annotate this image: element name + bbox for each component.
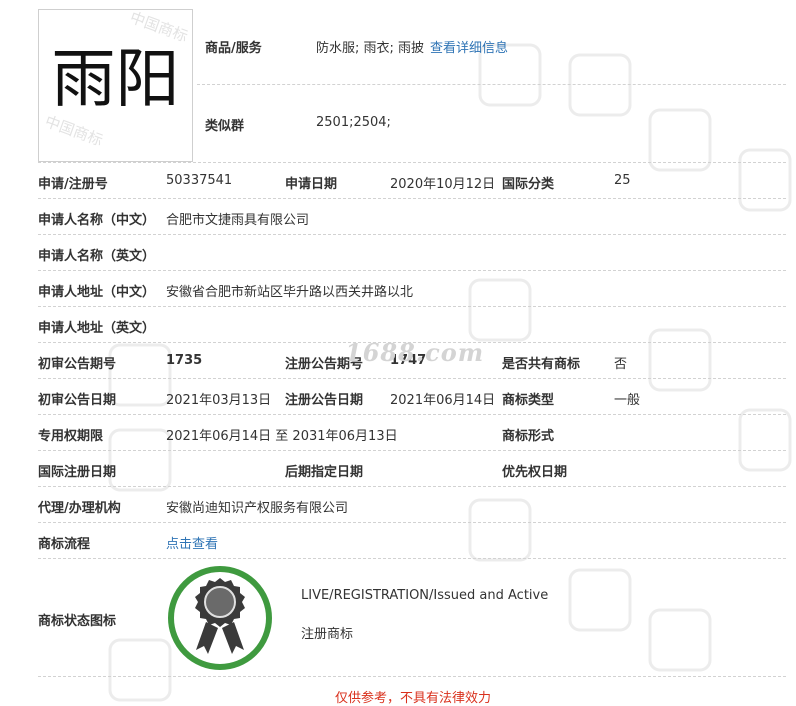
divider	[197, 84, 786, 85]
prelim-no-label: 初审公告期号	[38, 357, 117, 372]
prelim-date-value: 2021年03月13日	[166, 393, 272, 408]
tm-type-value: 一般	[614, 393, 641, 408]
divider	[38, 414, 786, 415]
priority-date-label: 优先权日期	[502, 465, 568, 480]
address-cn-value: 安徽省合肥市新站区毕升路以西关井路以北	[166, 285, 414, 300]
tm-type-label: 商标类型	[502, 393, 555, 408]
status-en-text: LIVE/REGISTRATION/Issued and Active	[301, 588, 549, 603]
prelim-date-label: 初审公告日期	[38, 393, 117, 408]
similar-group-label: 类似群	[205, 119, 245, 134]
divider	[38, 522, 786, 523]
applicant-cn-label: 申请人名称（中文）	[38, 213, 156, 228]
goods-detail-link[interactable]: 查看详细信息	[430, 37, 508, 56]
divider	[38, 676, 786, 677]
reg-pub-date-label: 注册公告日期	[285, 393, 364, 408]
disclaimer-text: 仅供参考，不具有法律效力	[335, 691, 492, 706]
divider	[38, 270, 786, 271]
later-date-label: 后期指定日期	[285, 465, 364, 480]
reg-pub-date-value: 2021年06月14日	[390, 393, 496, 408]
intl-class-label: 国际分类	[502, 177, 555, 192]
divider	[38, 450, 786, 451]
apply-date-label: 申请日期	[285, 177, 338, 192]
divider	[38, 234, 786, 235]
intl-class-value: 25	[614, 173, 631, 188]
divider	[38, 306, 786, 307]
tm-form-label: 商标形式	[502, 429, 555, 444]
award-ribbon-icon	[168, 566, 272, 670]
reg-no-label: 申请/注册号	[38, 177, 108, 192]
goods-label: 商品/服务	[205, 41, 262, 56]
exclusive-label: 专用权期限	[38, 429, 104, 444]
status-cn-text: 注册商标	[301, 627, 354, 642]
trademark-name: 雨阳	[51, 43, 180, 117]
agent-value: 安徽尚迪知识产权服务有限公司	[166, 501, 349, 516]
address-en-label: 申请人地址（英文）	[38, 321, 156, 336]
status-icon-label: 商标状态图标	[38, 614, 117, 629]
address-cn-label: 申请人地址（中文）	[38, 285, 156, 300]
goods-value: 防水服; 雨衣; 雨披	[316, 41, 425, 56]
prelim-no-value: 1735	[166, 353, 203, 368]
applicant-cn-value: 合肥市文捷雨具有限公司	[166, 213, 310, 228]
applicant-en-label: 申请人名称（英文）	[38, 249, 156, 264]
divider	[38, 198, 786, 199]
divider	[38, 486, 786, 487]
agent-label: 代理/办理机构	[38, 501, 121, 516]
trademark-image: 中国商标 中国商标 雨阳	[38, 9, 193, 162]
shared-value: 否	[614, 357, 628, 372]
exclusive-value: 2021年06月14日 至 2031年06月13日	[166, 429, 398, 444]
process-label: 商标流程	[38, 537, 91, 552]
reg-no-value: 50337541	[166, 173, 233, 188]
similar-group-value: 2501;2504;	[316, 115, 391, 130]
site-watermark: 1688.com	[345, 338, 485, 367]
divider	[38, 162, 786, 163]
apply-date-value: 2020年10月12日	[390, 177, 496, 192]
divider	[38, 378, 786, 379]
shared-label: 是否共有商标	[502, 357, 581, 372]
divider	[38, 558, 786, 559]
intl-reg-date-label: 国际注册日期	[38, 465, 117, 480]
process-link[interactable]: 点击查看	[166, 533, 218, 552]
